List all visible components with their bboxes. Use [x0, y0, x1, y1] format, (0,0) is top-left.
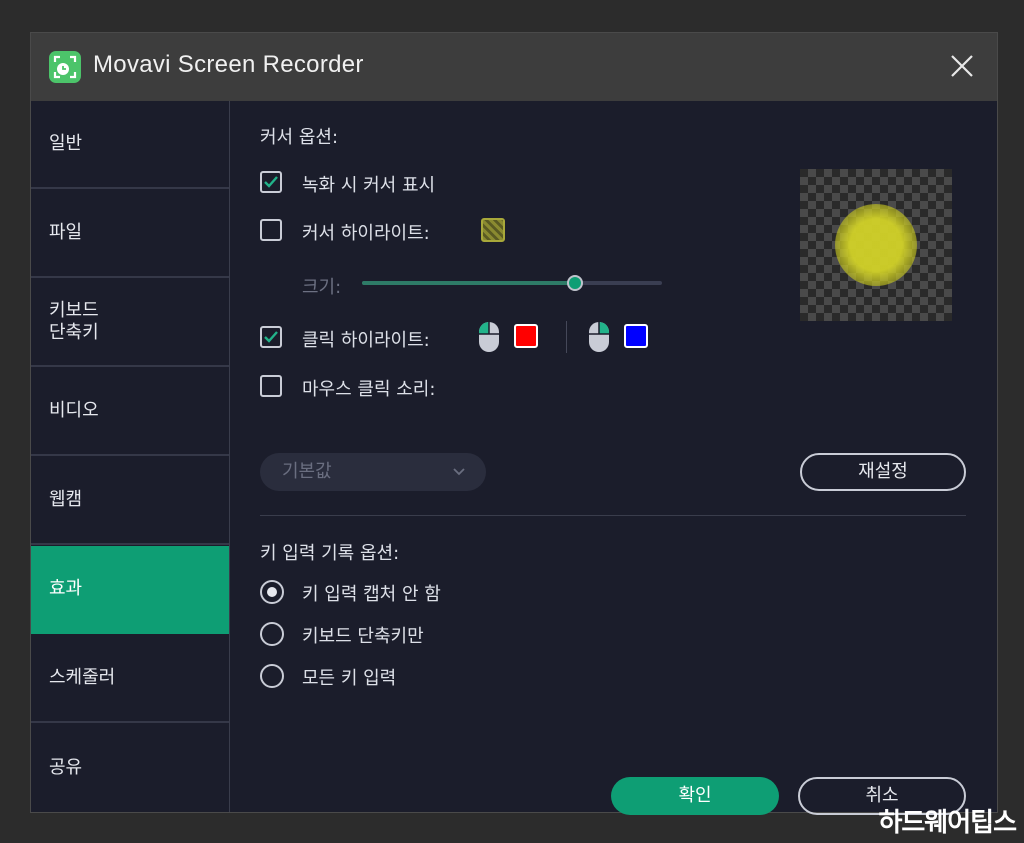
sidebar-item-scheduler[interactable]: 스케줄러 [31, 635, 229, 723]
cursor-preview [800, 169, 952, 321]
sidebar-item-hotkeys[interactable]: 키보드 단축키 [31, 279, 229, 367]
click-highlight-label: 클릭 하이라이트: [302, 330, 430, 351]
show-cursor-checkbox[interactable] [260, 171, 282, 193]
sidebar-item-share[interactable]: 공유 [31, 724, 229, 812]
ok-button[interactable]: 확인 [611, 777, 779, 815]
radio-all-keystrokes[interactable] [260, 664, 284, 688]
cursor-options-heading: 커서 옵션: [260, 127, 339, 148]
chevron-down-icon [453, 468, 465, 476]
reset-button[interactable]: 재설정 [800, 453, 966, 491]
size-label: 크기: [302, 277, 342, 298]
size-slider-fill [362, 281, 575, 285]
title-bar: Movavi Screen Recorder [31, 33, 997, 101]
window-title: Movavi Screen Recorder [93, 51, 364, 78]
left-click-color-swatch[interactable] [514, 324, 538, 348]
section-divider [260, 515, 966, 516]
sidebar-item-general[interactable]: 일반 [31, 101, 229, 189]
color-divider [566, 321, 567, 353]
cursor-highlight-label: 커서 하이라이트: [302, 223, 430, 244]
key-options-heading: 키 입력 기록 옵션: [260, 543, 400, 564]
right-click-color-swatch[interactable] [624, 324, 648, 348]
size-slider-thumb[interactable] [567, 275, 583, 291]
cursor-highlight-color-swatch[interactable] [481, 218, 505, 242]
effects-panel: 커서 옵션: 녹화 시 커서 표시 커서 하이라이트: 크기: 클릭 하이라이트… [230, 101, 997, 815]
close-icon[interactable] [947, 51, 977, 81]
app-logo-icon [49, 51, 81, 83]
radio-all-keystrokes-label: 모든 키 입력 [302, 668, 397, 689]
checkmark-icon [264, 176, 278, 188]
radio-hotkeys-only[interactable] [260, 622, 284, 646]
cursor-highlight-checkbox[interactable] [260, 219, 282, 241]
sidebar-item-webcam[interactable]: 웹캠 [31, 457, 229, 545]
cursor-highlight-preview [835, 204, 917, 286]
click-highlight-checkbox[interactable] [260, 326, 282, 348]
radio-hotkeys-only-label: 키보드 단축키만 [302, 626, 424, 647]
click-sound-dropdown[interactable]: 기본값 [260, 453, 486, 491]
sidebar-item-file[interactable]: 파일 [31, 190, 229, 278]
size-slider[interactable] [362, 275, 662, 291]
left-click-mouse-icon [478, 321, 500, 357]
right-click-mouse-icon [588, 321, 610, 357]
sidebar-item-video[interactable]: 비디오 [31, 368, 229, 456]
radio-no-keystrokes-label: 키 입력 캡처 안 함 [302, 584, 441, 605]
mouse-click-sound-label: 마우스 클릭 소리: [302, 379, 436, 400]
checkmark-icon [264, 331, 278, 343]
radio-no-keystrokes[interactable] [260, 580, 284, 604]
show-cursor-label: 녹화 시 커서 표시 [302, 175, 436, 196]
click-sound-selected: 기본값 [282, 461, 332, 482]
settings-sidebar: 일반 파일 키보드 단축키 비디오 웹캠 효과 스케줄러 공유 [31, 101, 230, 812]
mouse-click-sound-checkbox[interactable] [260, 375, 282, 397]
watermark: 하드웨어팁스 [878, 808, 1017, 838]
settings-window: Movavi Screen Recorder 일반 파일 키보드 단축키 비디오… [30, 32, 998, 815]
sidebar-item-effects[interactable]: 효과 [31, 546, 229, 634]
